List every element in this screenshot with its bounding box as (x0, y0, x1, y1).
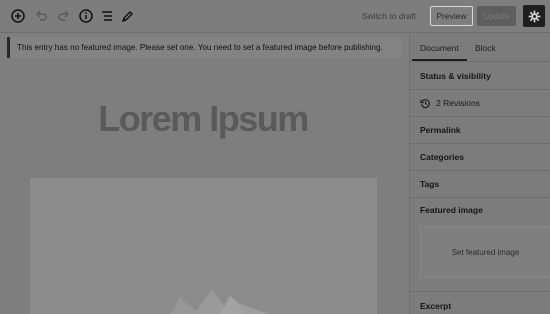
sidebar-tabs: Document Block (410, 33, 550, 62)
set-featured-image-label: Set featured image (451, 247, 520, 257)
info-icon[interactable] (78, 8, 94, 24)
revisions-icon (420, 98, 430, 108)
panel-categories[interactable]: Categories (410, 144, 550, 171)
panel-featured-image-label: Featured image (420, 205, 483, 215)
set-featured-image-button[interactable]: Set featured image (420, 226, 550, 278)
panel-categories-label: Categories (420, 152, 464, 162)
post-image-block[interactable] (30, 178, 377, 314)
outline-icon[interactable] (99, 8, 115, 24)
pencil-icon[interactable] (120, 8, 136, 24)
undo-icon[interactable] (33, 8, 49, 24)
panel-divider (410, 291, 550, 292)
update-button[interactable]: Update (477, 6, 516, 26)
gear-icon (528, 10, 540, 22)
panel-tags[interactable]: Tags (410, 171, 550, 198)
tab-block[interactable]: Block (475, 43, 496, 53)
tab-document[interactable]: Document (420, 43, 459, 53)
settings-sidebar: Document Block Status & visibility 2 Rev… (409, 33, 550, 314)
add-block-icon[interactable] (10, 8, 26, 24)
settings-button[interactable] (523, 5, 545, 27)
panel-excerpt[interactable]: Excerpt (410, 297, 550, 314)
panel-permalink-label: Permalink (420, 125, 461, 135)
notice-text: This entry has no featured image. Please… (17, 43, 383, 52)
post-title[interactable]: Lorem Ipsum (0, 98, 406, 140)
panel-tags-label: Tags (420, 179, 440, 189)
switch-to-draft-link[interactable]: Switch to draft (362, 11, 416, 21)
panel-permalink[interactable]: Permalink (410, 117, 550, 144)
featured-image-notice: This entry has no featured image. Please… (7, 37, 402, 58)
editor-toolbar: Switch to draft Preview Update (0, 0, 550, 33)
panel-status-visibility-label: Status & visibility (420, 70, 491, 81)
active-tab-indicator (412, 59, 467, 61)
panel-status-visibility[interactable]: Status & visibility (410, 62, 550, 90)
redo-icon[interactable] (56, 8, 72, 24)
panel-featured-image[interactable]: Featured image (410, 198, 550, 222)
panel-excerpt-label: Excerpt (420, 300, 452, 311)
revisions-label: 2 Revisions (436, 98, 480, 108)
preview-button[interactable]: Preview (430, 6, 473, 26)
panel-revisions[interactable]: 2 Revisions (410, 90, 550, 117)
post-image (30, 178, 377, 314)
